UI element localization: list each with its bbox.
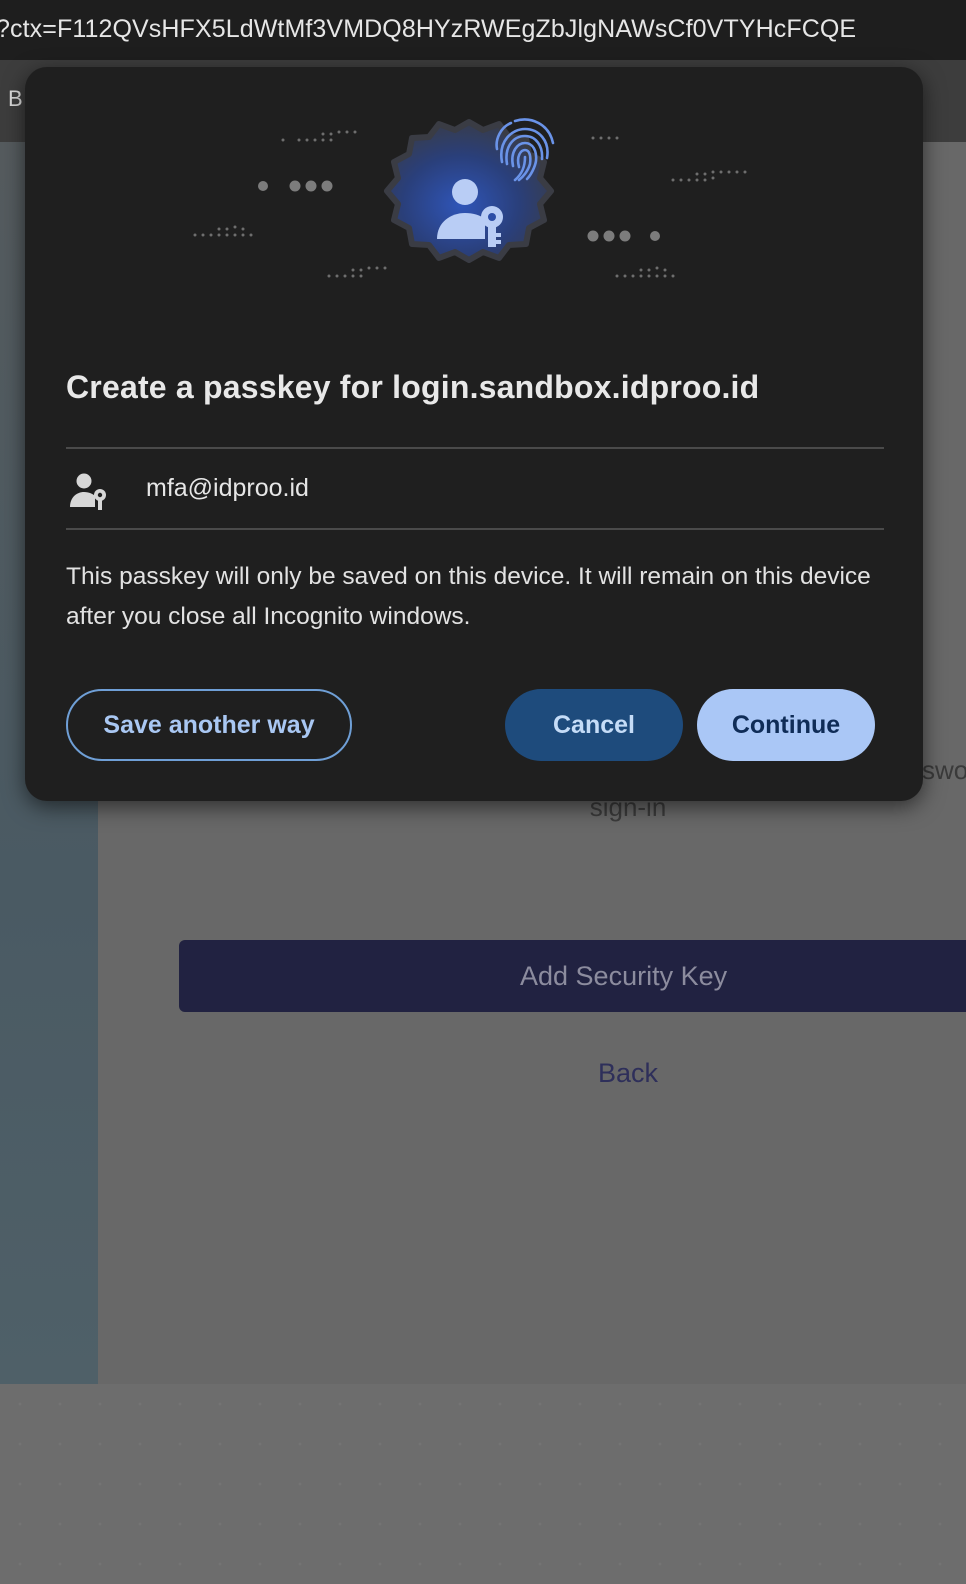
dialog-description: This passkey will only be saved on this … xyxy=(66,563,871,630)
divider-top xyxy=(66,447,884,449)
person-key-icon xyxy=(70,473,106,510)
url-text: ?ctx=F112QVsHFX5LdWtMf3VMDQ8HYzRWEgZbJlg… xyxy=(0,15,857,43)
account-email: mfa@idproo.id xyxy=(146,474,309,502)
continue-button[interactable]: Continue xyxy=(697,689,875,761)
passkey-dialog: Create a passkey for login.sandbox.idpro… xyxy=(25,67,923,801)
save-another-way-button[interactable]: Save another way xyxy=(66,689,352,761)
back-link[interactable]: Back xyxy=(0,1058,966,1089)
address-bar[interactable]: ?ctx=F112QVsHFX5LdWtMf3VMDQ8HYzRWEgZbJlg… xyxy=(0,0,966,60)
cancel-button[interactable]: Cancel xyxy=(505,689,683,761)
divider-bottom xyxy=(66,528,884,530)
passkey-illustration xyxy=(193,118,747,278)
page-footer xyxy=(0,1384,966,1584)
screen: ?ctx=F112QVsHFX5LdWtMf3VMDQ8HYzRWEgZbJlg… xyxy=(0,0,966,1584)
dialog-title: Create a passkey for login.sandbox.idpro… xyxy=(66,369,760,405)
toolbar-label: B xyxy=(8,86,23,111)
partial-password-text: swo xyxy=(922,755,966,785)
add-security-key-button[interactable]: Add Security Key xyxy=(179,940,966,1012)
